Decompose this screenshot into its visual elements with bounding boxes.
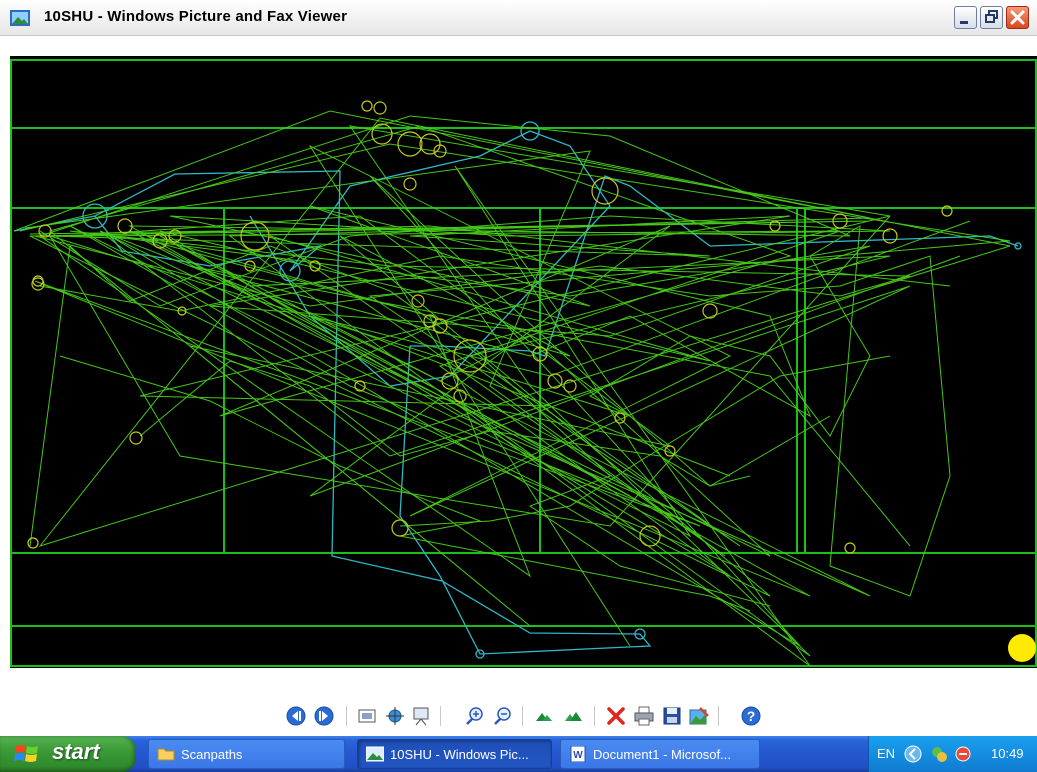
close-button[interactable] <box>1006 6 1029 29</box>
previous-icon <box>286 706 306 726</box>
toolbar-separator <box>718 706 719 726</box>
picture-viewer-icon <box>10 10 30 26</box>
close-icon <box>1010 10 1025 25</box>
zoom-out-icon <box>494 707 511 725</box>
toolbar-separator <box>522 706 523 726</box>
best-fit-button[interactable] <box>356 705 378 727</box>
taskbar-item-label: Document1 - Microsof... <box>593 747 731 762</box>
start-button[interactable]: start <box>0 736 136 772</box>
taskbar-item-scanpaths[interactable]: Scanpaths <box>148 739 345 769</box>
image-viewer-area[interactable] <box>0 36 1037 698</box>
previous-image-button[interactable] <box>285 705 307 727</box>
zoom-out-button[interactable] <box>492 705 514 727</box>
help-button[interactable]: ? <box>740 705 762 727</box>
delete-button[interactable] <box>605 705 627 727</box>
toolbar-separator <box>594 706 595 726</box>
network-icon[interactable] <box>929 744 949 764</box>
edit-icon <box>689 707 709 725</box>
restore-icon <box>985 10 998 23</box>
delete-icon <box>607 707 625 725</box>
save-icon <box>663 707 681 725</box>
next-icon <box>314 706 334 726</box>
save-button[interactable] <box>661 705 683 727</box>
taskbar-item-label: 10SHU - Windows Pic... <box>390 747 529 762</box>
actual-size-icon <box>386 707 404 725</box>
rotate-counterclockwise-icon <box>565 712 582 721</box>
zoom-in-button[interactable] <box>464 705 486 727</box>
toolbar-separator <box>440 706 441 726</box>
system-tray: EN 10:49 <box>868 736 1037 772</box>
title-bar[interactable]: 10SHU - Windows Picture and Fax Viewer <box>0 0 1037 36</box>
clock[interactable]: 10:49 <box>991 746 1024 761</box>
rotate-clockwise-icon <box>536 713 552 721</box>
print-button[interactable] <box>633 705 655 727</box>
minimize-icon <box>960 21 968 24</box>
folder-icon <box>157 748 175 761</box>
rotate-clockwise-button[interactable] <box>533 705 555 727</box>
actual-size-button[interactable] <box>384 705 406 727</box>
svg-text:W: W <box>573 750 583 761</box>
taskbar: start Scanpaths 10SHU - Windows Pic... W… <box>0 736 1037 772</box>
edit-button[interactable] <box>688 705 710 727</box>
taskbar-item-label: Scanpaths <box>181 747 243 762</box>
taskbar-item-document[interactable]: W Document1 - Microsof... <box>560 739 760 769</box>
taskbar-item-picture-viewer[interactable]: 10SHU - Windows Pic... <box>357 739 552 769</box>
svg-text:?: ? <box>747 708 756 724</box>
minimize-button[interactable] <box>954 6 977 29</box>
picture-viewer-icon <box>366 746 384 762</box>
windows-logo-icon <box>14 745 38 762</box>
zoom-in-icon <box>466 707 483 725</box>
print-icon <box>634 706 654 726</box>
best-fit-icon <box>358 709 376 723</box>
security-icon[interactable] <box>953 744 973 764</box>
slideshow-button[interactable] <box>410 705 432 727</box>
slideshow-icon <box>413 707 429 726</box>
next-image-button[interactable] <box>313 705 335 727</box>
help-icon: ? <box>741 706 761 726</box>
end-marker <box>1008 634 1036 662</box>
scanpath-image <box>10 56 1037 668</box>
word-icon: W <box>570 746 586 762</box>
window-title: 10SHU - Windows Picture and Fax Viewer <box>44 8 348 25</box>
toolbar-separator <box>346 706 347 726</box>
start-label: start <box>52 739 100 764</box>
rotate-counterclockwise-button[interactable] <box>562 705 584 727</box>
restore-button[interactable] <box>980 6 1003 29</box>
language-indicator[interactable]: EN <box>877 746 895 761</box>
tray-expand-icon[interactable] <box>903 744 923 764</box>
viewer-toolbar: ? <box>0 698 1037 736</box>
